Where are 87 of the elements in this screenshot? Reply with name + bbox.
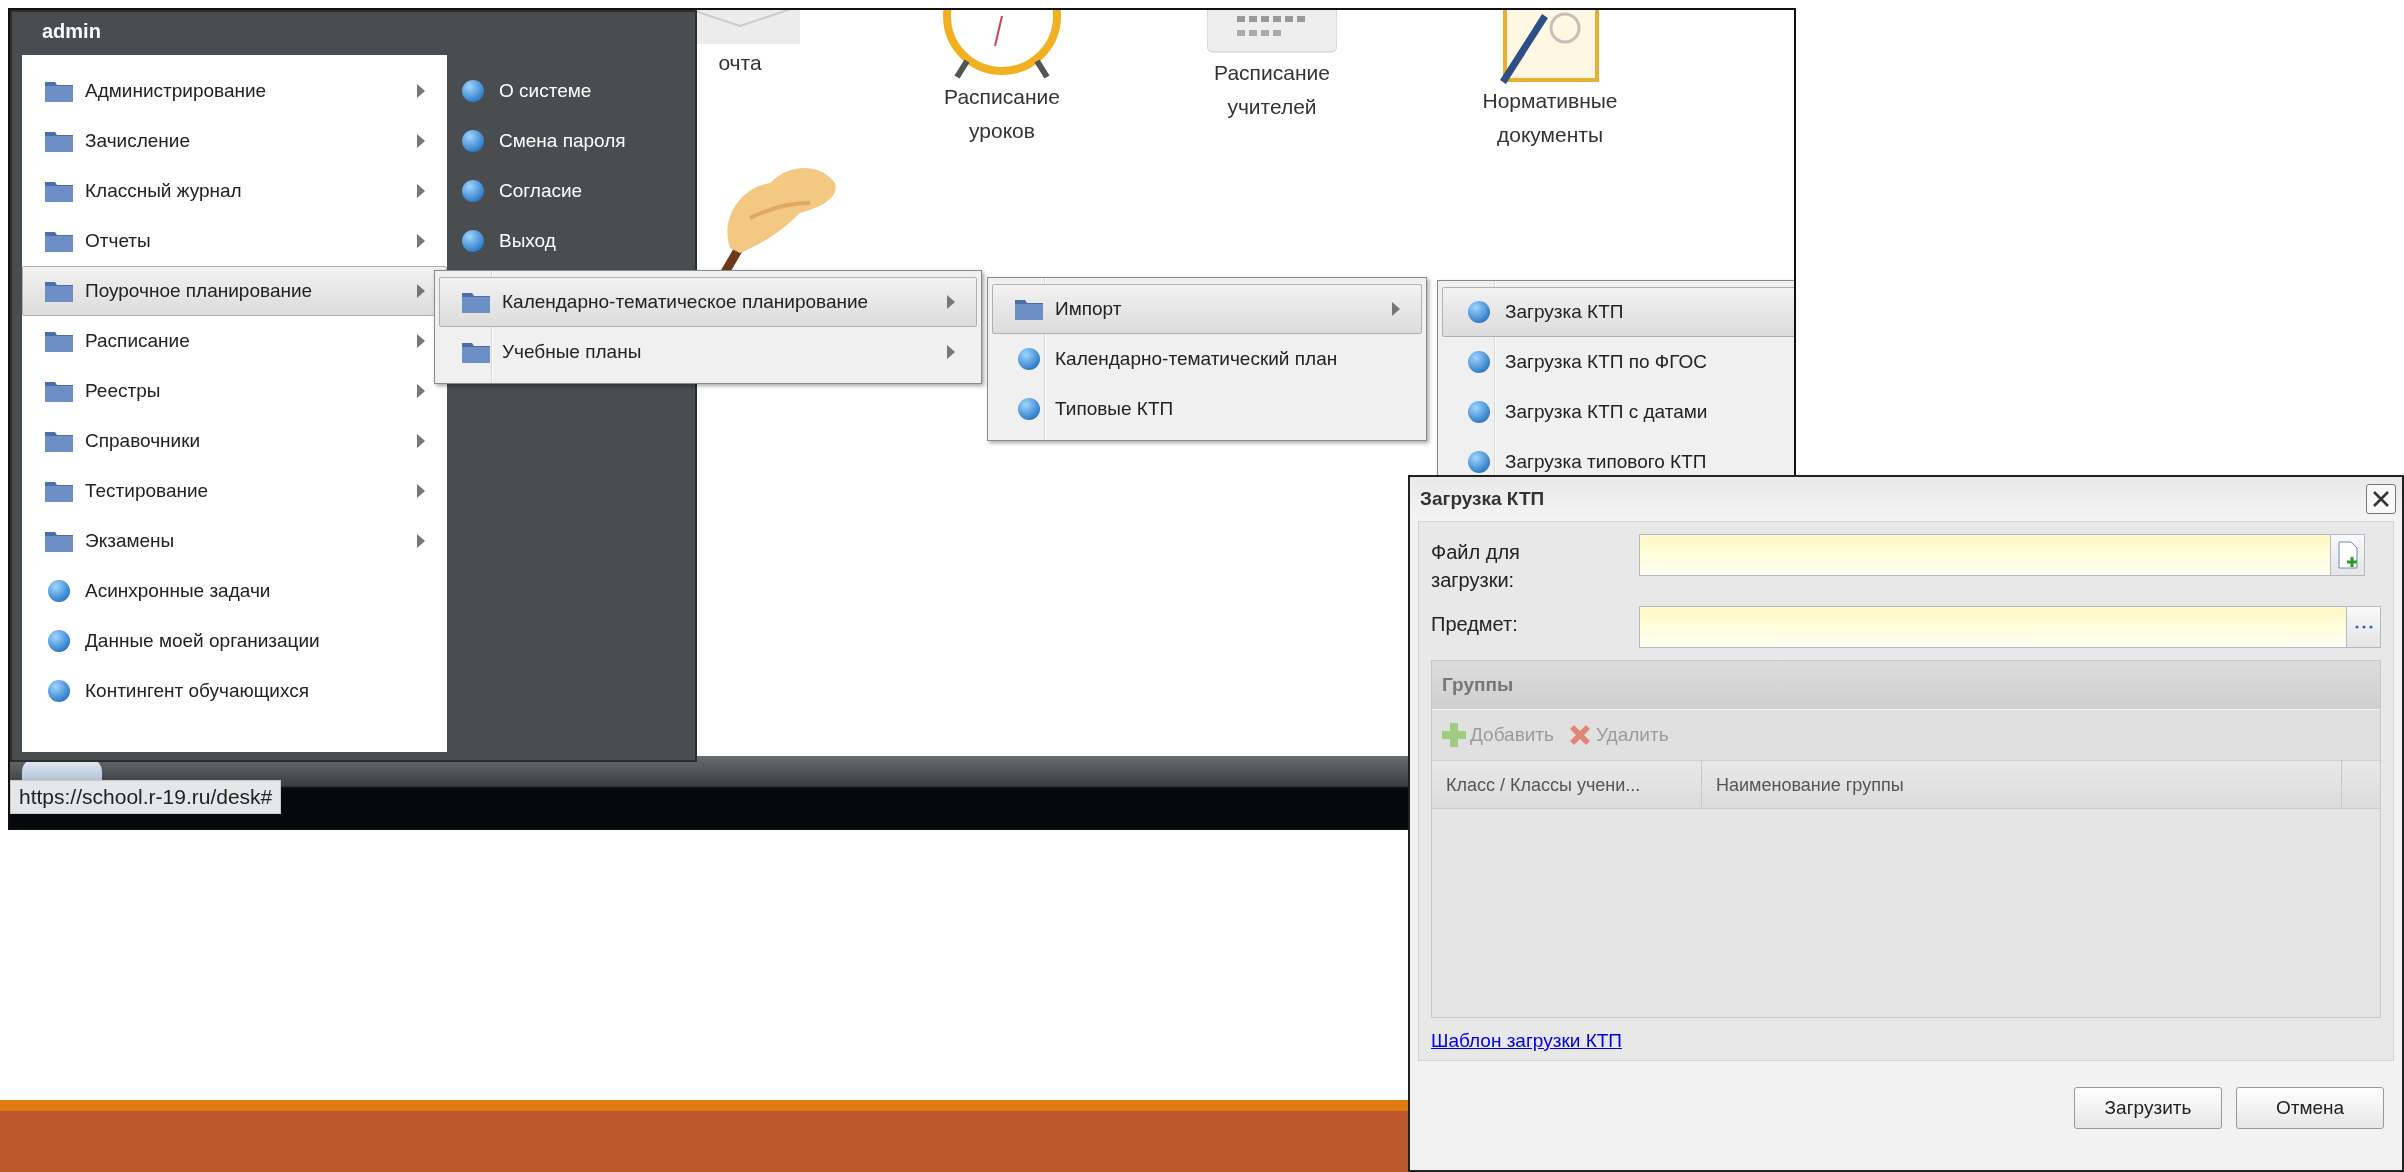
calendar-icon [1207, 10, 1337, 56]
submenu-arrow-icon [416, 383, 426, 399]
dot-icon [1017, 347, 1041, 371]
menu-item[interactable]: Календарно-тематическое планирование [439, 277, 977, 327]
desktop-icon-label[interactable]: очта [718, 46, 762, 80]
folder-icon [44, 79, 74, 103]
menu-item[interactable]: Смена пароля [447, 116, 626, 166]
plus-icon [1440, 721, 1468, 749]
desktop-icon-label[interactable]: Нормативные документы [1465, 84, 1635, 152]
submenu-arrow-icon [416, 133, 426, 149]
menu-item[interactable]: Зачисление [22, 116, 447, 166]
menu-item[interactable]: Загрузка типового КТП [1442, 437, 1794, 487]
submenu-arrow-icon [416, 333, 426, 349]
input-field[interactable] [1639, 606, 2381, 648]
dot-icon [1467, 350, 1491, 374]
dot-icon [1467, 400, 1491, 424]
add-file-button[interactable] [2330, 535, 2364, 575]
dot-icon [461, 129, 485, 153]
desktop-icon-label[interactable]: Расписание учителей [1187, 56, 1357, 124]
menu-item[interactable]: Асинхронные задачи [22, 566, 447, 616]
add-file-icon [2336, 541, 2359, 569]
menu-item[interactable]: Классный журнал [22, 166, 447, 216]
dot-icon [1467, 450, 1491, 474]
folder-icon [44, 379, 74, 403]
column-header[interactable]: Класс / Классы учени... [1432, 761, 1702, 808]
folder-icon [44, 179, 74, 203]
submenu-arrow-icon [416, 183, 426, 199]
field-label: Предмет: [1431, 612, 1519, 637]
dot-icon [1017, 397, 1041, 421]
column-header[interactable]: Наименование группы [1702, 761, 2342, 808]
menu-item[interactable]: Согласие [447, 166, 626, 216]
folder-icon [44, 329, 74, 353]
menu-item[interactable]: Загрузка КТП [1442, 287, 1794, 337]
upload-button[interactable]: Загрузить [2074, 1087, 2222, 1129]
user-name: admin [41, 19, 101, 44]
folder-icon [461, 340, 491, 364]
dot-icon [461, 79, 485, 103]
submenu-arrow-icon [946, 294, 956, 310]
folder-icon [461, 290, 491, 314]
folder-icon [44, 229, 74, 253]
panel-title: Группы [1432, 661, 2380, 709]
menu-item[interactable]: Календарно-тематический план [992, 334, 1422, 384]
field-label: Файл для загрузки: [1431, 540, 1521, 593]
menu-item[interactable]: Импорт [992, 284, 1422, 334]
ellipsis-icon [2354, 625, 2373, 629]
select-button[interactable] [2346, 607, 2380, 647]
folder-icon [44, 429, 74, 453]
menu-item[interactable]: Поурочное планирование [22, 266, 447, 316]
submenu-arrow-icon [416, 233, 426, 249]
submenu-arrow-icon [1391, 301, 1401, 317]
submenu-arrow-icon [416, 283, 426, 299]
menu-item[interactable]: Справочники [22, 416, 447, 466]
dot-icon [47, 579, 71, 603]
status-url-tooltip: https://school.r-19.ru/desk# [10, 780, 282, 814]
submenu-arrow-icon [946, 344, 956, 360]
close-button[interactable] [2366, 484, 2396, 514]
menu-item[interactable]: Тестирование [22, 466, 447, 516]
menu-item[interactable]: Экзамены [22, 516, 447, 566]
desktop-icon-label[interactable]: Расписание уроков [917, 80, 1087, 148]
menu-item[interactable]: Типовые КТП [992, 384, 1422, 434]
close-icon [2372, 490, 2390, 508]
submenu-arrow-icon [416, 433, 426, 449]
dot-icon [461, 179, 485, 203]
dialog-title: Загрузка КТП [1420, 488, 1545, 510]
menu-item[interactable]: Загрузка КТП по ФГОС [1442, 337, 1794, 387]
menu-item[interactable]: Загрузка КТП с датами [1442, 387, 1794, 437]
dot-icon [461, 229, 485, 253]
dot-icon [1467, 300, 1491, 324]
submenu-arrow-icon [416, 533, 426, 549]
submenu-arrow-icon [416, 483, 426, 499]
cancel-button[interactable]: Отмена [2236, 1087, 2384, 1129]
menu-item[interactable]: Выход [447, 216, 626, 266]
input-field[interactable] [1639, 534, 2365, 576]
folder-icon [44, 279, 74, 303]
dot-icon [47, 679, 71, 703]
menu-item[interactable]: Контингент обучающихся [22, 666, 447, 716]
submenu-arrow-icon [416, 83, 426, 99]
dot-icon [47, 629, 71, 653]
folder-icon [1014, 297, 1044, 321]
menu-item[interactable]: Отчеты [22, 216, 447, 266]
menu-item[interactable]: Администрирование [22, 66, 447, 116]
folder-icon [44, 479, 74, 503]
folder-icon [44, 529, 74, 553]
menu-item[interactable]: О системе [447, 66, 626, 116]
menu-item[interactable]: Данные моей организации [22, 616, 447, 666]
folder-icon [44, 129, 74, 153]
template-link[interactable]: Шаблон загрузки КТП [1431, 1030, 1622, 1052]
